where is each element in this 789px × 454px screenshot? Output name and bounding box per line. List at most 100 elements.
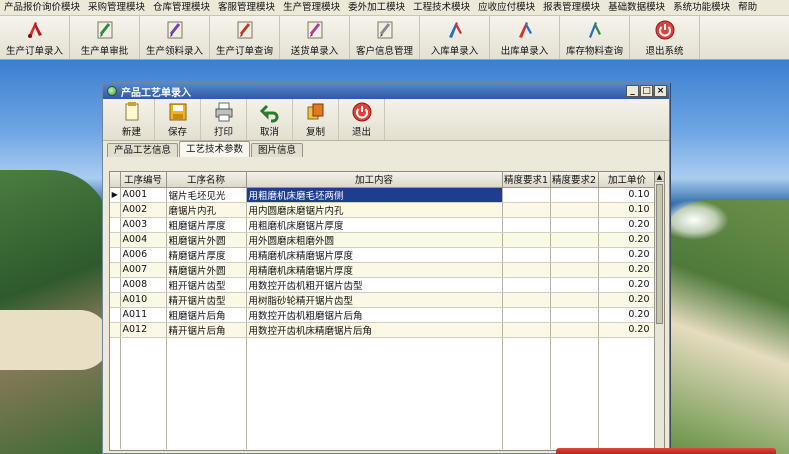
menu-receivables[interactable]: 应收应付模块 [474, 0, 539, 16]
cancel-button[interactable]: 取消 [247, 99, 293, 140]
menu-help[interactable]: 帮助 [734, 0, 761, 16]
cell-precision-1[interactable] [502, 322, 551, 338]
cell-step-code[interactable]: A004 [120, 232, 167, 248]
toolbar-production-order-entry-button[interactable]: 生产订单录入 [0, 16, 70, 59]
cell-step-name[interactable]: 磨锯片内孔 [166, 202, 247, 218]
vertical-scrollbar[interactable]: ▲ [654, 172, 664, 452]
toolbar-production-approval-button[interactable]: 生产单审批 [70, 16, 140, 59]
header-step-name[interactable]: 工序名称 [166, 172, 247, 188]
toolbar-delivery-note-button[interactable]: 送货单录入 [280, 16, 350, 59]
scroll-up-arrow-icon[interactable]: ▲ [655, 172, 664, 182]
cell-process-content[interactable]: 用数控开齿机床精磨锯片后角 [246, 322, 503, 338]
cell-precision-2[interactable] [550, 307, 599, 323]
table-row[interactable]: A002 磨锯片内孔 用内圆磨床磨锯片内孔 0.10 [110, 202, 656, 218]
table-row[interactable]: A011 粗磨锯片后角 用数控开齿机粗磨锯片后角 0.20 [110, 307, 656, 323]
maximize-button[interactable]: □ [640, 85, 653, 97]
toolbar-customer-info-button[interactable]: 客户信息管理 [350, 16, 420, 59]
cell-process-content[interactable]: 用数控开齿机粗开锯片齿型 [246, 277, 503, 293]
toolbar-inbound-entry-button[interactable]: 入库单录入 [420, 16, 490, 59]
table-row[interactable]: A006 精磨锯片厚度 用精磨机床精磨锯片厚度 0.20 [110, 247, 656, 263]
tab-process-technical-params[interactable]: 工艺技术参数 [179, 141, 251, 157]
menu-quotation[interactable]: 产品报价询价模块 [0, 0, 84, 16]
cell-precision-1[interactable] [502, 307, 551, 323]
cell-process-content[interactable]: 用内圆磨床磨锯片内孔 [246, 202, 503, 218]
minimize-button[interactable]: _ [626, 85, 639, 97]
table-row[interactable]: A007 精磨锯片外圆 用精磨机床精磨锯片厚度 0.20 [110, 262, 656, 278]
header-precision-1[interactable]: 精度要求1 [502, 172, 551, 188]
toolbar-material-requisition-button[interactable]: 生产领料录入 [140, 16, 210, 59]
cell-precision-1[interactable] [502, 202, 551, 218]
table-row[interactable]: A010 精开锯片齿型 用树脂砂轮精开锯片齿型 0.20 [110, 292, 656, 308]
cell-process-content[interactable]: 用树脂砂轮精开锯片齿型 [246, 292, 503, 308]
cell-precision-2[interactable] [550, 217, 599, 233]
cell-unit-price[interactable]: 0.20 [598, 232, 656, 248]
cell-step-code[interactable]: A002 [120, 202, 167, 218]
cell-process-content[interactable]: 用外圆磨床粗磨外圆 [246, 232, 503, 248]
cell-precision-2[interactable] [550, 247, 599, 263]
cell-unit-price[interactable]: 0.20 [598, 322, 656, 338]
cell-precision-2[interactable] [550, 187, 599, 203]
cell-step-name[interactable]: 粗磨锯片厚度 [166, 217, 247, 233]
cell-step-code[interactable]: A006 [120, 247, 167, 263]
cell-precision-1[interactable] [502, 277, 551, 293]
table-row[interactable]: ▶ A001 锯片毛坯见光 用粗磨机床磨毛坯两侧 0.10 [110, 187, 656, 203]
tab-image-info[interactable]: 图片信息 [251, 143, 304, 157]
cell-precision-2[interactable] [550, 292, 599, 308]
cell-step-name[interactable]: 粗开锯片齿型 [166, 277, 247, 293]
cell-step-code[interactable]: A011 [120, 307, 167, 323]
table-row[interactable]: A008 粗开锯片齿型 用数控开齿机粗开锯片齿型 0.20 [110, 277, 656, 293]
cell-precision-1[interactable] [502, 187, 551, 203]
cell-unit-price[interactable]: 0.20 [598, 307, 656, 323]
print-button[interactable]: 打印 [201, 99, 247, 140]
menu-warehouse[interactable]: 仓库管理模块 [149, 0, 214, 16]
toolbar-production-order-query-button[interactable]: 生产订单查询 [210, 16, 280, 59]
cell-step-name[interactable]: 精磨锯片外圆 [166, 262, 247, 278]
cell-precision-1[interactable] [502, 262, 551, 278]
cell-unit-price[interactable]: 0.10 [598, 187, 656, 203]
menu-basic-data[interactable]: 基础数据模块 [604, 0, 669, 16]
exit-button[interactable]: 退出 [339, 99, 385, 140]
menu-outsourcing[interactable]: 委外加工模块 [344, 0, 409, 16]
cell-precision-1[interactable] [502, 217, 551, 233]
table-row[interactable]: A004 粗磨锯片外圆 用外圆磨床粗磨外圆 0.20 [110, 232, 656, 248]
tab-product-process-info[interactable]: 产品工艺信息 [107, 143, 179, 157]
header-precision-2[interactable]: 精度要求2 [550, 172, 599, 188]
new-button[interactable]: 新建 [109, 99, 155, 140]
scroll-thumb[interactable] [656, 184, 663, 324]
menu-customer-service[interactable]: 客服管理模块 [214, 0, 279, 16]
cell-step-name[interactable]: 粗磨锯片后角 [166, 307, 247, 323]
cell-process-content[interactable]: 用精磨机床精磨锯片厚度 [246, 247, 503, 263]
menu-reports[interactable]: 报表管理模块 [539, 0, 604, 16]
cell-process-content[interactable]: 用数控开齿机粗磨锯片后角 [246, 307, 503, 323]
cell-step-name[interactable]: 精开锯片齿型 [166, 292, 247, 308]
save-button[interactable]: 保存 [155, 99, 201, 140]
cell-step-name[interactable]: 粗磨锯片外圆 [166, 232, 247, 248]
cell-unit-price[interactable]: 0.20 [598, 217, 656, 233]
cell-step-code[interactable]: A007 [120, 262, 167, 278]
toolbar-exit-system-button[interactable]: 退出系统 [630, 16, 700, 59]
cell-step-name[interactable]: 精开锯片后角 [166, 322, 247, 338]
cell-unit-price[interactable]: 0.20 [598, 247, 656, 263]
cell-precision-2[interactable] [550, 202, 599, 218]
cell-precision-2[interactable] [550, 262, 599, 278]
cell-precision-2[interactable] [550, 277, 599, 293]
window-titlebar[interactable]: 产品工艺单录入 _ □ × [103, 83, 669, 99]
cell-precision-2[interactable] [550, 322, 599, 338]
cell-step-name[interactable]: 锯片毛坯见光 [166, 187, 247, 203]
toolbar-inventory-query-button[interactable]: 库存物料查询 [560, 16, 630, 59]
cell-process-content[interactable]: 用精磨机床精磨锯片厚度 [246, 262, 503, 278]
cell-step-name[interactable]: 精磨锯片厚度 [166, 247, 247, 263]
cell-precision-1[interactable] [502, 247, 551, 263]
cell-step-code[interactable]: A012 [120, 322, 167, 338]
menu-system[interactable]: 系统功能模块 [669, 0, 734, 16]
cell-process-content[interactable]: 用粗磨机床磨毛坯两侧 [246, 187, 503, 203]
header-unit-price[interactable]: 加工单价 [598, 172, 656, 188]
table-row[interactable]: A003 粗磨锯片厚度 用粗磨机床磨锯片厚度 0.20 [110, 217, 656, 233]
header-process-content[interactable]: 加工内容 [246, 172, 503, 188]
menu-purchase[interactable]: 采购管理模块 [84, 0, 149, 16]
cell-step-code[interactable]: A001 [120, 187, 167, 203]
menu-production[interactable]: 生产管理模块 [279, 0, 344, 16]
menu-engineering[interactable]: 工程技术模块 [409, 0, 474, 16]
cell-unit-price[interactable]: 0.20 [598, 292, 656, 308]
cell-precision-1[interactable] [502, 232, 551, 248]
